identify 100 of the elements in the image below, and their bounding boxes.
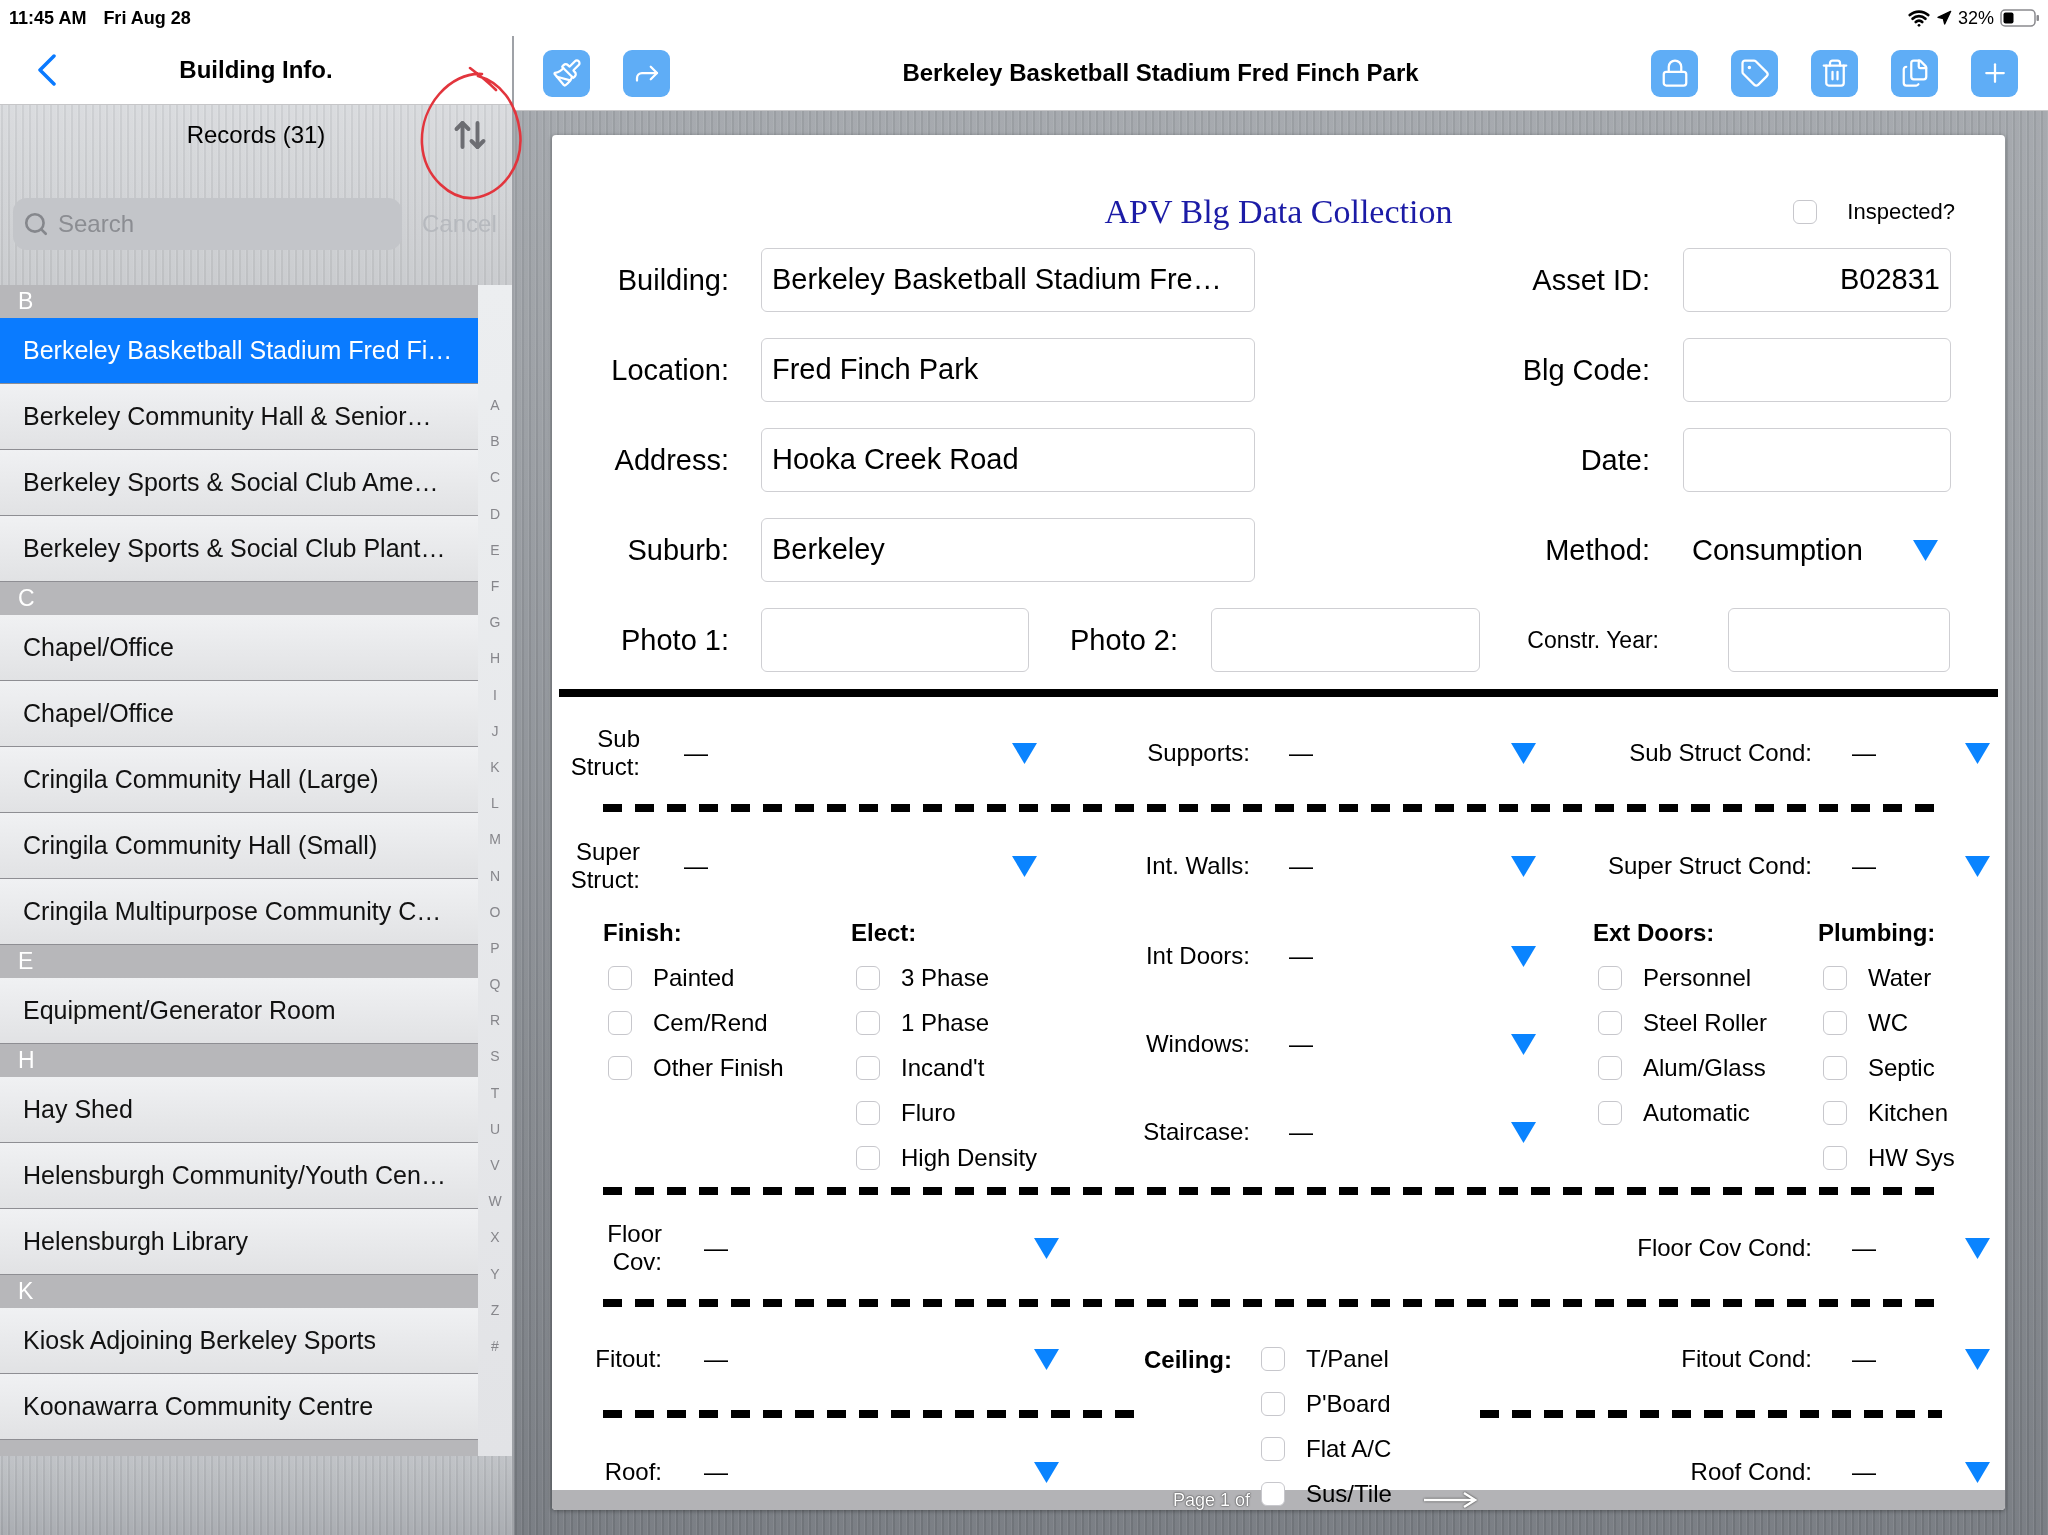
input-field[interactable]: Berkeley Basketball Stadium Fre… xyxy=(761,248,1255,312)
checkbox[interactable] xyxy=(1823,1010,1847,1035)
checkbox-label: Alum/Glass xyxy=(1643,1053,1766,1082)
list-item[interactable]: Kiosk Adjoining Berkeley Sports xyxy=(0,1308,478,1374)
list-item[interactable]: Berkeley Community Hall & Senior… xyxy=(0,384,478,450)
navigation-title: Building Info. xyxy=(179,56,333,84)
field-label: Photo 1: xyxy=(619,623,729,657)
checkbox[interactable] xyxy=(856,1055,880,1080)
back-chevron-icon[interactable] xyxy=(37,54,57,86)
dropdown[interactable]: — xyxy=(680,851,1040,881)
checkbox[interactable] xyxy=(1823,1055,1847,1080)
input-field[interactable] xyxy=(1683,338,1951,402)
search-icon xyxy=(23,211,49,237)
dropdown[interactable]: — xyxy=(1848,1457,1993,1487)
checkbox[interactable] xyxy=(856,1010,880,1035)
list-item[interactable]: Hay Shed xyxy=(0,1077,478,1143)
checkbox[interactable] xyxy=(608,1010,632,1035)
input-field[interactable]: B02831 xyxy=(1683,248,1951,312)
dropdown[interactable]: — xyxy=(700,1344,1062,1374)
checkbox[interactable] xyxy=(856,1145,880,1170)
brush-button[interactable] xyxy=(543,49,590,97)
add-button[interactable] xyxy=(1971,49,2018,97)
tag-button[interactable] xyxy=(1731,49,1778,97)
copy-button[interactable] xyxy=(1891,49,1938,97)
input-field[interactable] xyxy=(761,608,1029,672)
checkbox[interactable] xyxy=(856,1100,880,1125)
lock-button[interactable] xyxy=(1651,49,1698,97)
list-item[interactable]: Cringila Multipurpose Community C… xyxy=(0,879,478,945)
list-item[interactable]: Koonawarra Community Centre xyxy=(0,1374,478,1440)
dropdown[interactable]: — xyxy=(1848,738,1993,768)
list-item[interactable]: Helensburgh Community/Youth Cen… xyxy=(0,1143,478,1209)
group-heading: Elect: xyxy=(851,919,918,947)
checkbox[interactable] xyxy=(1823,1145,1847,1170)
list-item[interactable]: Berkeley Sports & Social Club Plant… xyxy=(0,516,478,582)
brush-icon xyxy=(551,58,582,88)
dropdown[interactable]: — xyxy=(1285,851,1539,881)
list-item[interactable]: Chapel/Office xyxy=(0,681,478,747)
checkbox[interactable] xyxy=(1793,200,1818,224)
checkbox[interactable] xyxy=(856,965,880,990)
dropdown[interactable]: — xyxy=(1285,941,1539,971)
list-item[interactable]: Chapel/Office xyxy=(0,615,478,681)
dropdown[interactable]: Consumption xyxy=(1683,518,1951,582)
checkbox[interactable] xyxy=(1261,1347,1285,1371)
list-item[interactable]: Equipment/Generator Room xyxy=(0,978,478,1044)
checkbox[interactable] xyxy=(1261,1437,1285,1461)
forward-button[interactable] xyxy=(623,49,670,97)
section-header: H xyxy=(0,1044,478,1077)
dropdown[interactable]: — xyxy=(1848,1233,1993,1263)
group-heading: Ext Doors: xyxy=(1593,919,1716,947)
checkbox[interactable] xyxy=(1598,1100,1622,1125)
right-arrow-icon[interactable] xyxy=(1423,1491,1477,1509)
list-item[interactable]: Berkeley Sports & Social Club Ame… xyxy=(0,450,478,516)
caret-icon xyxy=(1965,1237,1990,1259)
field-label: Roof Cond: xyxy=(1689,1458,1812,1486)
dropdown[interactable]: — xyxy=(1285,738,1539,768)
checkbox[interactable] xyxy=(608,965,632,990)
checkbox[interactable] xyxy=(1261,1392,1285,1416)
input-field[interactable]: Berkeley xyxy=(761,518,1255,582)
caret-icon xyxy=(1913,539,1938,561)
checkbox-label: Kitchen xyxy=(1868,1098,1949,1127)
list-item[interactable]: Helensburgh Library xyxy=(0,1209,478,1275)
dropdown[interactable]: — xyxy=(1848,851,1993,881)
checkbox-label: Incand't xyxy=(901,1053,985,1082)
caret-icon xyxy=(1511,1033,1536,1055)
checkbox-label: P'Board xyxy=(1306,1390,1391,1418)
field-label: Suburb: xyxy=(626,533,729,567)
dropdown[interactable]: — xyxy=(1285,1029,1539,1059)
checkbox[interactable] xyxy=(1598,965,1622,990)
tag-icon xyxy=(1739,58,1770,88)
caret-icon xyxy=(1034,1348,1059,1370)
caret-icon xyxy=(1511,742,1536,764)
checkbox[interactable] xyxy=(1823,1100,1847,1125)
checkbox[interactable] xyxy=(1261,1482,1285,1506)
dropdown[interactable]: — xyxy=(1848,1344,1993,1374)
field-label: Address: xyxy=(613,443,729,477)
checkbox[interactable] xyxy=(1598,1010,1622,1035)
checkbox-label: Sus/Tile xyxy=(1306,1480,1392,1508)
list-item[interactable]: Berkeley Basketball Stadium Fred Fi… xyxy=(0,318,478,384)
checkbox[interactable] xyxy=(1598,1055,1622,1080)
input-field[interactable] xyxy=(1683,428,1951,492)
dropdown[interactable]: — xyxy=(700,1233,1062,1263)
list-item[interactable]: Cringila Community Hall (Small) xyxy=(0,813,478,879)
battery-percent: 32% xyxy=(1957,7,1994,29)
wifi-icon xyxy=(1907,7,1930,29)
caret-icon xyxy=(1511,1121,1536,1143)
list-item[interactable]: Cringila Community Hall (Large) xyxy=(0,747,478,813)
section-header: C xyxy=(0,582,478,615)
dropdown[interactable]: — xyxy=(700,1457,1062,1487)
field-label: Super Struct Cond: xyxy=(1606,852,1812,880)
input-field[interactable]: Hooka Creek Road xyxy=(761,428,1255,492)
delete-button[interactable] xyxy=(1811,49,1858,97)
dropdown[interactable]: — xyxy=(680,738,1040,768)
field-label: Fitout Cond: xyxy=(1680,1345,1812,1373)
input-field[interactable]: Fred Finch Park xyxy=(761,338,1255,402)
checkbox[interactable] xyxy=(1823,965,1847,990)
dropdown[interactable]: — xyxy=(1285,1117,1539,1147)
checkbox[interactable] xyxy=(608,1055,632,1080)
input-field[interactable] xyxy=(1211,608,1480,672)
battery-icon xyxy=(2000,9,2040,27)
input-field[interactable] xyxy=(1728,608,1950,672)
